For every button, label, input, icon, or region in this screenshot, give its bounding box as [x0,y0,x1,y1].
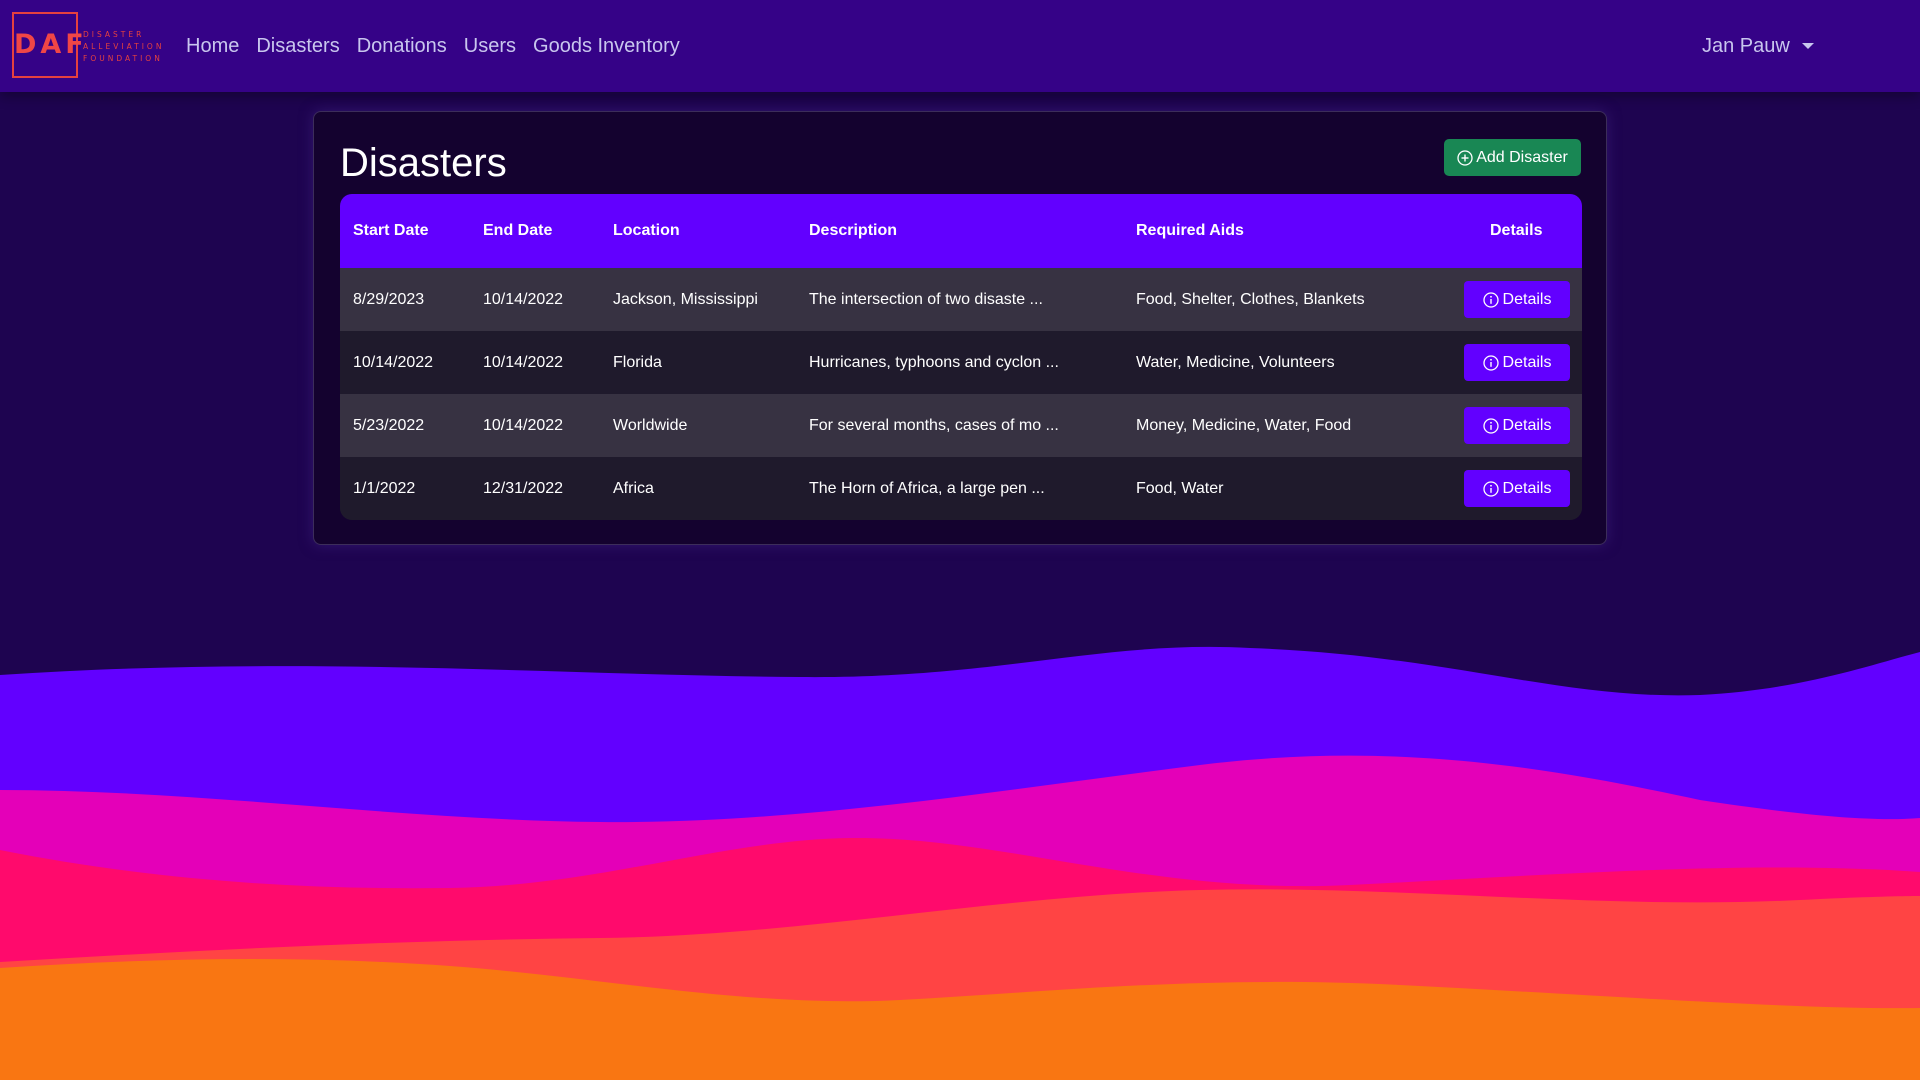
column-header-end-date: End Date [483,222,553,239]
cell-end-date: 10/14/2022 [483,417,564,434]
decorative-waves [0,646,1920,1080]
logo-subtitle-line: DISASTER [83,30,145,39]
navbar: DAF DISASTER ALLEVIATION FOUNDATION Home… [0,0,1920,92]
details-label: Details [1502,353,1552,371]
table-row: 10/14/2022 10/14/2022 Florida Hurricanes… [340,331,1582,394]
details-label: Details [1502,416,1552,434]
details-button[interactable]: Details [1464,407,1570,444]
nav-link-goods-inventory[interactable]: Goods Inventory [533,32,680,60]
user-menu-dropdown[interactable]: Jan Pauw [1702,32,1814,60]
cell-required-aids: Food, Shelter, Clothes, Blankets [1136,291,1365,308]
cell-start-date: 5/23/2022 [353,417,425,434]
info-circle-icon [1482,480,1499,497]
info-circle-icon [1482,291,1499,308]
nav-link-users[interactable]: Users [464,32,516,60]
cell-required-aids: Money, Medicine, Water, Food [1136,417,1352,434]
disasters-card: Disasters Add Disaster Start Date End Da… [313,111,1607,545]
details-button[interactable]: Details [1464,281,1570,318]
page-title: Disasters [340,141,507,185]
logo-subtitle-line: FOUNDATION [83,54,163,63]
cell-description: The Horn of Africa, a large pen ... [809,480,1045,497]
column-header-location: Location [613,222,680,239]
nav-link-disasters[interactable]: Disasters [256,32,339,60]
add-disaster-button[interactable]: Add Disaster [1444,139,1581,176]
cell-location: Africa [613,480,654,497]
column-header-details: Details [1490,222,1543,239]
cell-end-date: 10/14/2022 [483,354,564,371]
details-label: Details [1502,290,1552,308]
nav-links: Home Disasters Donations Users Goods Inv… [186,32,697,60]
cell-description: Hurricanes, typhoons and cyclon ... [809,354,1059,371]
column-header-description: Description [809,222,898,239]
cell-start-date: 8/29/2023 [353,291,425,308]
cell-end-date: 10/14/2022 [483,291,564,308]
table-row: 8/29/2023 10/14/2022 Jackson, Mississipp… [340,268,1582,331]
cell-location: Florida [613,354,662,371]
plus-circle-icon [1457,149,1473,166]
cell-location: Worldwide [613,417,688,434]
disasters-table: Start Date End Date Location Description… [340,194,1582,520]
info-circle-icon [1482,354,1499,371]
cell-end-date: 12/31/2022 [483,480,564,497]
info-circle-icon [1482,417,1499,434]
cell-description: For several months, cases of mo ... [809,417,1059,434]
caret-down-icon [1801,43,1814,49]
table-row: 5/23/2022 10/14/2022 Worldwide For sever… [340,394,1582,457]
nav-link-donations[interactable]: Donations [357,32,447,60]
logo-subtitle-line: ALLEVIATION [83,42,165,51]
cell-start-date: 1/1/2022 [353,480,416,497]
cell-required-aids: Water, Medicine, Volunteers [1136,354,1335,371]
details-button[interactable]: Details [1464,344,1570,381]
user-name: Jan Pauw [1702,35,1790,57]
nav-link-home[interactable]: Home [186,32,239,60]
add-disaster-label: Add Disaster [1476,148,1568,166]
brand-logo[interactable]: DAF DISASTER ALLEVIATION FOUNDATION [12,12,161,80]
cell-description: The intersection of two disaste ... [809,291,1043,308]
cell-location: Jackson, Mississippi [613,291,758,308]
table-header: Start Date End Date Location Description… [340,194,1582,268]
page: DAF DISASTER ALLEVIATION FOUNDATION Home… [0,0,1920,1080]
column-header-start-date: Start Date [353,222,429,239]
cell-start-date: 10/14/2022 [353,354,434,371]
details-button[interactable]: Details [1464,470,1570,507]
logo-subtitle: DISASTER ALLEVIATION FOUNDATION [83,29,173,65]
cell-required-aids: Food, Water [1136,480,1224,497]
details-label: Details [1502,479,1552,497]
column-header-required-aids: Required Aids [1136,222,1244,239]
table-row: 1/1/2022 12/31/2022 Africa The Horn of A… [340,457,1582,520]
